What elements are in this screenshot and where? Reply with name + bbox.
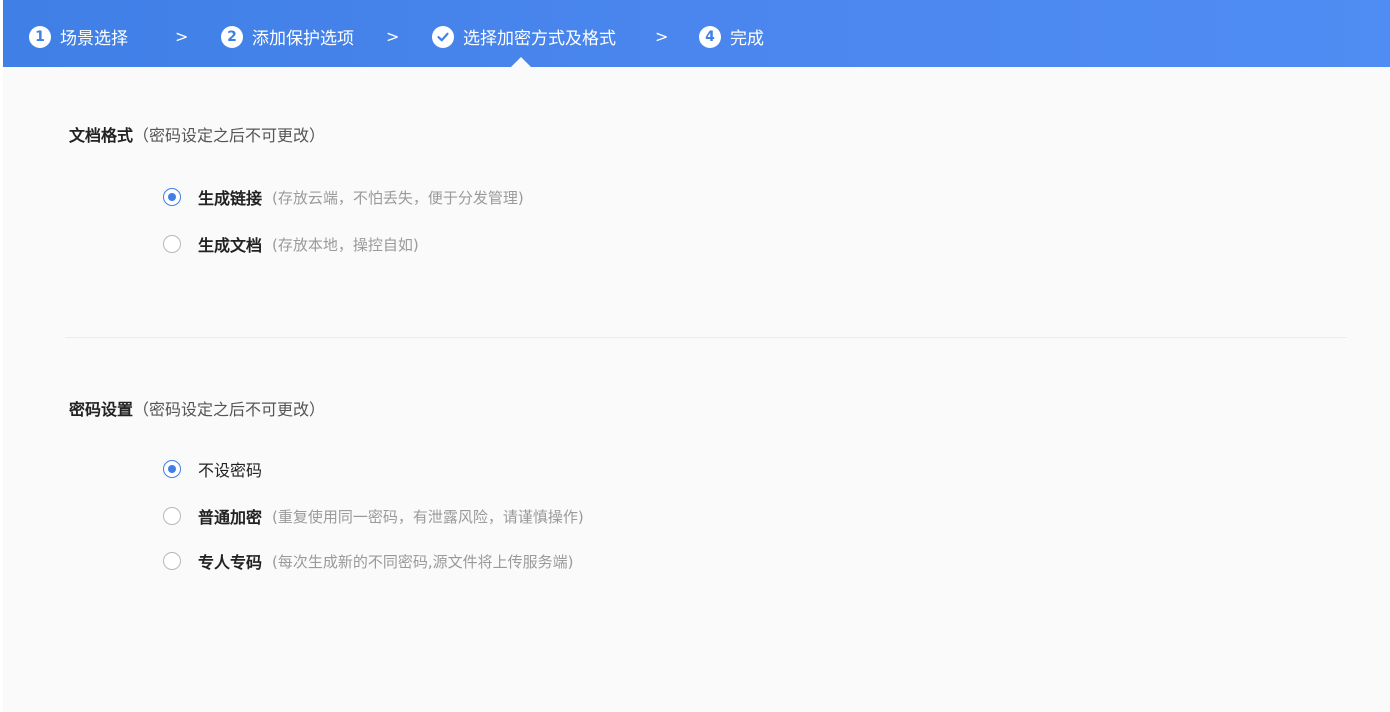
chevron-right-icon: > [175,27,189,46]
step-label: 选择加密方式及格式 [463,29,616,49]
option-generate-link[interactable]: 生成链接 (存放云端，不怕丢失，便于分发管理) [163,185,524,209]
option-label: 普通加密 [198,508,263,527]
doc-format-heading: 文档格式（密码设定之后不可更改） [69,122,325,146]
step-complete[interactable]: 4 完成 [699,24,764,49]
step-number-4: 4 [699,25,721,48]
option-label: 生成链接 [198,189,263,208]
option-description: (每次生成新的不同密码,源文件将上传服务端) [272,552,574,571]
doc-format-note: （密码设定之后不可更改） [133,126,326,145]
password-title: 密码设置 [69,400,134,419]
radio-generate-document[interactable] [163,235,181,253]
step-scene-select[interactable]: 1 场景选择 [29,24,128,49]
step-add-protection[interactable]: 2 添加保护选项 [221,24,354,49]
option-description: (重复使用同一密码，有泄露风险，请谨慎操作) [272,507,584,526]
step-number-1: 1 [29,25,51,48]
active-step-caret [511,57,531,67]
check-icon [432,25,454,48]
radio-dedicated-password[interactable] [163,552,181,570]
radio-normal-encryption[interactable] [163,507,181,525]
step-bar: 1 场景选择 > 2 添加保护选项 > 选择加密方式及格式 > 4 完成 [3,0,1390,67]
step-label: 完成 [730,29,764,49]
section-divider [65,337,1347,338]
option-description: (存放本地，操控自如) [272,235,419,254]
radio-generate-link[interactable] [163,188,181,206]
doc-format-title: 文档格式 [69,126,134,145]
option-label: 专人专码 [198,553,263,572]
option-normal-encryption[interactable]: 普通加密 (重复使用同一密码，有泄露风险，请谨慎操作) [163,504,584,528]
option-label: 不设密码 [198,461,263,480]
option-no-password[interactable]: 不设密码 [163,457,262,481]
option-description: (存放云端，不怕丢失，便于分发管理) [272,188,524,207]
password-note: （密码设定之后不可更改） [133,400,326,419]
radio-no-password[interactable] [163,460,181,478]
step-encryption-format[interactable]: 选择加密方式及格式 [432,24,616,49]
chevron-right-icon: > [655,27,669,46]
step-label: 场景选择 [60,29,128,49]
option-generate-document[interactable]: 生成文档 (存放本地，操控自如) [163,232,419,256]
chevron-right-icon: > [386,27,400,46]
step-number-2: 2 [221,25,243,48]
option-label: 生成文档 [198,236,263,255]
password-heading: 密码设置（密码设定之后不可更改） [69,396,325,420]
step-label: 添加保护选项 [252,29,354,49]
main-content: 文档格式（密码设定之后不可更改） 生成链接 (存放云端，不怕丢失，便于分发管理)… [3,67,1390,712]
option-dedicated-password[interactable]: 专人专码 (每次生成新的不同密码,源文件将上传服务端) [163,549,574,573]
